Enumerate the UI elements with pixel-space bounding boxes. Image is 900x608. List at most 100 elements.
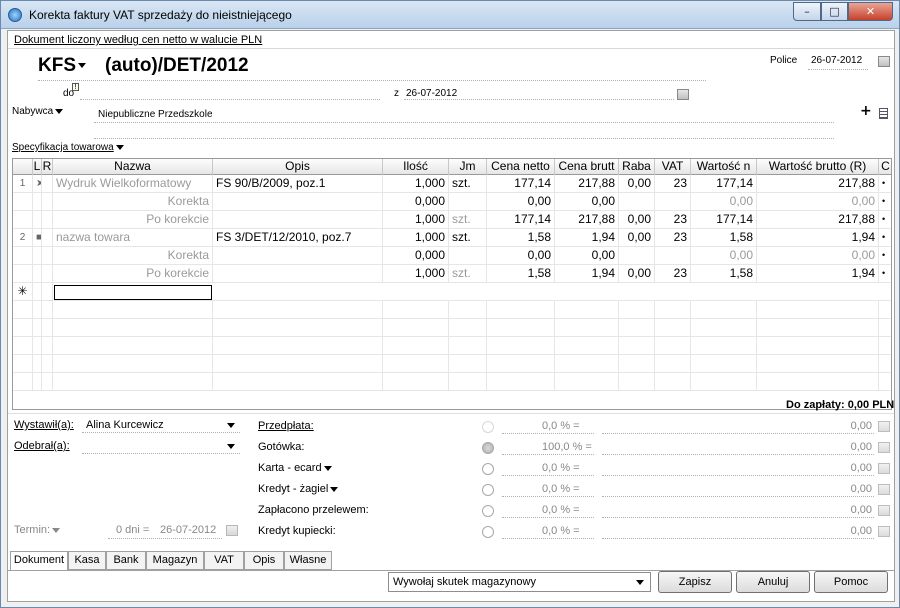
table-row[interactable]: 2 ■ nazwa towara FS 3/DET/12/2010, poz.7 1,0… <box>13 229 891 247</box>
cell-opis[interactable] <box>213 265 383 283</box>
table-row[interactable]: Korekta 0,000 0,00 0,00 0,00 0,00 • <box>13 247 891 265</box>
empty-row[interactable] <box>13 373 891 391</box>
spec-selector[interactable]: Specyfikacja towarowa <box>12 142 124 153</box>
payment-radio[interactable] <box>482 526 494 538</box>
col-vat[interactable]: VAT <box>655 159 691 175</box>
minimize-button[interactable]: – <box>793 2 821 21</box>
cancel-button[interactable]: Anuluj <box>736 571 810 593</box>
cell-rab[interactable] <box>619 247 655 265</box>
payment-amount[interactable]: 0,00 <box>822 504 872 516</box>
col-lp[interactable]: L <box>33 159 42 175</box>
cell-wn[interactable]: 1,58 <box>691 265 757 283</box>
col-wartosc-netto[interactable]: Wartość n <box>691 159 757 175</box>
cell-jm[interactable]: szt. <box>449 229 487 247</box>
table-row[interactable]: Po korekcie 1,000 szt. 177,14 217,88 0,00 23 17… <box>13 211 891 229</box>
close-button[interactable]: ✕ <box>848 2 893 21</box>
cell-vat[interactable]: 23 <box>655 175 691 193</box>
cell-wb[interactable]: 1,94 <box>757 229 879 247</box>
cell-cb[interactable]: 1,94 <box>555 265 619 283</box>
col-rabat[interactable]: Raba <box>619 159 655 175</box>
cell-jm[interactable]: szt. <box>449 175 487 193</box>
cell-cb[interactable]: 1,94 <box>555 229 619 247</box>
doc-type-selector[interactable]: KFS <box>38 55 86 77</box>
cell-nazwa[interactable]: Wydruk Wielkoformatowy <box>53 175 213 193</box>
col-opis[interactable]: Opis <box>213 159 383 175</box>
cell-opis[interactable] <box>213 247 383 265</box>
add-buyer-button[interactable]: + <box>860 103 872 119</box>
cell[interactable] <box>42 265 53 283</box>
empty-row[interactable] <box>13 337 891 355</box>
calculator-icon[interactable] <box>878 421 890 432</box>
cell-cn[interactable]: 0,00 <box>487 247 555 265</box>
cell[interactable] <box>42 247 53 265</box>
buyer-selector[interactable]: Nabywca <box>12 106 64 117</box>
empty-row[interactable] <box>13 319 891 337</box>
save-button[interactable]: Zapisz <box>658 571 732 593</box>
cell-c[interactable]: • <box>879 229 891 247</box>
payment-amount[interactable]: 0,00 <box>822 483 872 495</box>
cell-cn[interactable]: 1,58 <box>487 229 555 247</box>
cell-rab[interactable]: 0,00 <box>619 265 655 283</box>
payment-radio[interactable] <box>482 463 494 475</box>
cell-cn[interactable]: 0,00 <box>487 193 555 211</box>
payment-percent[interactable]: 0,0 % = <box>542 504 580 516</box>
calculator-icon[interactable] <box>878 526 890 537</box>
payment-percent[interactable]: 0,0 % = <box>542 462 580 474</box>
cell-lp[interactable]: 1 <box>13 175 33 193</box>
new-item-name-input[interactable] <box>54 285 212 300</box>
col-nazwa[interactable]: Nazwa <box>53 159 213 175</box>
place-date[interactable]: 26-07-2012 <box>811 55 862 66</box>
tab-wlasne[interactable]: Własne <box>284 551 332 570</box>
cell-wb[interactable]: 217,88 <box>757 211 879 229</box>
cell-wn[interactable]: 177,14 <box>691 211 757 229</box>
cell-opis[interactable]: FS 3/DET/12/2010, poz.7 <box>213 229 383 247</box>
cell-wb[interactable]: 1,94 <box>757 265 879 283</box>
cell-mark[interactable]: ■ <box>33 229 42 247</box>
list-icon[interactable] <box>879 108 888 119</box>
col-c[interactable]: C <box>879 159 891 175</box>
cell[interactable] <box>42 175 53 193</box>
help-button[interactable]: Pomoc <box>814 571 888 593</box>
payment-label[interactable]: Karta - ecard <box>258 462 332 474</box>
calendar-icon[interactable] <box>677 89 689 100</box>
maximize-button[interactable]: □ <box>821 2 848 21</box>
cell-rab[interactable] <box>619 193 655 211</box>
cell-rab[interactable]: 0,00 <box>619 229 655 247</box>
cell-rab[interactable]: 0,00 <box>619 175 655 193</box>
cell-vat[interactable] <box>655 247 691 265</box>
cell[interactable] <box>42 229 53 247</box>
cell-wb[interactable]: 0,00 <box>757 193 879 211</box>
col-cena-netto[interactable]: Cena netto <box>487 159 555 175</box>
cell-jm[interactable]: szt. <box>449 265 487 283</box>
cell-cb[interactable]: 217,88 <box>555 175 619 193</box>
calculator-icon[interactable] <box>878 484 890 495</box>
cell-nazwa[interactable]: Po korekcie <box>53 211 213 229</box>
tab-magazyn[interactable]: Magazyn <box>146 551 204 570</box>
cell-lp[interactable] <box>13 193 33 211</box>
tab-vat[interactable]: VAT <box>204 551 244 570</box>
calculator-icon[interactable] <box>878 505 890 516</box>
cell-lp[interactable]: 2 <box>13 229 33 247</box>
payment-radio[interactable] <box>482 505 494 517</box>
cell-ilosc[interactable]: 1,000 <box>383 211 449 229</box>
cell-wn[interactable]: 1,58 <box>691 229 757 247</box>
cell-ilosc[interactable]: 1,000 <box>383 175 449 193</box>
cell-cn[interactable]: 177,14 <box>487 175 555 193</box>
cell-ilosc[interactable]: 0,000 <box>383 193 449 211</box>
cell-mark[interactable] <box>33 247 42 265</box>
correction-date[interactable]: 26-07-2012 <box>406 88 457 99</box>
table-row[interactable]: Po korekcie 1,000 szt. 1,58 1,94 0,00 23 1,58 1,… <box>13 265 891 283</box>
col-r[interactable]: R <box>42 159 53 175</box>
cell-wb[interactable]: 0,00 <box>757 247 879 265</box>
cell-vat[interactable] <box>655 193 691 211</box>
cell-mark[interactable] <box>33 211 42 229</box>
cell-lp[interactable] <box>13 265 33 283</box>
cell-mark[interactable] <box>33 193 42 211</box>
col-wartosc-brutto[interactable]: Wartość brutto (R) <box>757 159 879 175</box>
payment-percent[interactable]: 0,0 % = <box>542 420 580 432</box>
empty-row[interactable] <box>13 301 891 319</box>
calculator-icon[interactable] <box>878 442 890 453</box>
cell-ilosc[interactable]: 0,000 <box>383 247 449 265</box>
cell-wn[interactable]: 0,00 <box>691 193 757 211</box>
table-row[interactable]: 1➤ Wydruk WielkoformatowyFS 90/B/2009, po… <box>13 175 891 193</box>
